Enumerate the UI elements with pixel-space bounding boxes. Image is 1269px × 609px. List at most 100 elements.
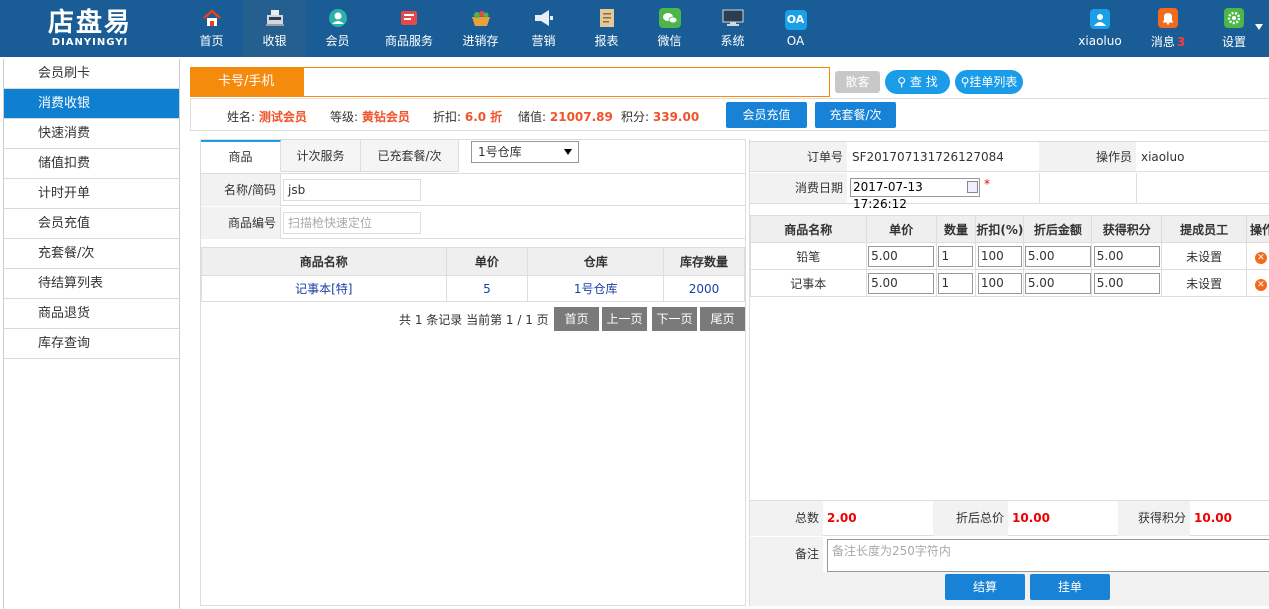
hang-order-button[interactable]: 挂单 — [1030, 574, 1110, 600]
member-recharge-button[interactable]: 会员充值 — [726, 102, 807, 128]
hang-list-button[interactable]: ⚲挂单列表 — [955, 70, 1023, 94]
member-name-value: 测试会员 — [258, 110, 307, 124]
price-input[interactable]: 5.00 — [868, 245, 935, 267]
user-icon — [1090, 9, 1110, 29]
nav-label: 营销 — [531, 34, 556, 48]
nav-item-wechat[interactable]: 微信 — [638, 0, 701, 57]
messages-button[interactable]: 消息 3 — [1137, 0, 1199, 57]
oa-icon: OA — [784, 9, 807, 30]
sidebar-item-timed-order[interactable]: 计时开单 — [4, 179, 179, 209]
discount-input[interactable]: 100 — [977, 272, 1022, 294]
nav-label: 系统 — [720, 34, 745, 48]
card-number-input[interactable] — [303, 67, 830, 97]
brand-logo[interactable]: 店盘易 DIANYINGYI — [0, 0, 180, 57]
nav-item-product-service[interactable]: 商品服务 — [369, 0, 449, 57]
search-button[interactable]: ⚲ 查 找 — [885, 70, 950, 94]
nav-item-home[interactable]: 首页 — [180, 0, 243, 57]
cart-table: 商品名称 单价 数量 折扣(%) 折后金额 获得积分 提成员工 操作 铅笔 5.… — [750, 215, 1269, 297]
app-window: 店盘易 DIANYINGYI 首页 收银 会员 商品服务 进销存 营销 报表 微… — [0, 0, 1269, 609]
table-row[interactable]: 记事本[特] 5 1号仓库 2000 — [201, 275, 745, 302]
cell-product-name[interactable]: 记事本[特] — [201, 275, 447, 302]
price-input[interactable]: 5.00 — [868, 272, 935, 294]
points-input[interactable]: 5.00 — [1093, 272, 1160, 294]
after-discount-label: 折后总价 — [933, 501, 1008, 536]
warehouse-select[interactable]: 1号仓库 — [471, 141, 579, 163]
product-service-icon — [398, 8, 420, 28]
staff-link[interactable]: 未设置 — [1161, 242, 1247, 270]
sidebar-item-package-recharge[interactable]: 充套餐/次 — [4, 239, 179, 269]
note-textarea[interactable]: 备注长度为250字符内 — [827, 539, 1269, 572]
member-points-label: 积分: — [621, 110, 650, 124]
sidebar-item-product-return[interactable]: 商品退货 — [4, 299, 179, 329]
nav-label: 报表 — [594, 34, 619, 48]
order-no-label: 订单号 — [750, 141, 847, 172]
nav-item-oa[interactable]: OA OA — [764, 0, 827, 57]
cell-name: 记事本 — [750, 269, 867, 297]
top-navbar: 店盘易 DIANYINGYI 首页 收银 会员 商品服务 进销存 营销 报表 微… — [0, 0, 1269, 57]
search-button-label: 查 找 — [909, 75, 938, 89]
staff-link[interactable]: 未设置 — [1161, 269, 1247, 297]
card-number-label: 卡号/手机 — [190, 67, 303, 97]
sidebar-item-member-recharge[interactable]: 会员充值 — [4, 209, 179, 239]
name-code-label: 名称/简码 — [201, 174, 281, 206]
sidebar-item-consume-cashier[interactable]: 消费收银 — [4, 89, 179, 119]
qty-input[interactable]: 1 — [938, 245, 974, 267]
product-filter: 名称/简码 jsb 商品编号 扫描枪快速定位 — [201, 173, 745, 239]
amount-input[interactable]: 5.00 — [1024, 245, 1091, 267]
nav-item-marketing[interactable]: 营销 — [512, 0, 575, 57]
qty-input[interactable]: 1 — [938, 272, 974, 294]
summary-area: 总数 2.00 折后总价 10.00 获得积分 10.00 备注 备注长度为25… — [750, 500, 1269, 572]
bell-icon — [1158, 7, 1178, 28]
product-code-input[interactable]: 扫描枪快速定位 — [283, 212, 421, 234]
pager-last-button[interactable]: 尾页 — [700, 307, 745, 331]
sidebar-item-stock-query[interactable]: 库存查询 — [4, 329, 179, 359]
package-recharge-button[interactable]: 充套餐/次 — [815, 102, 896, 128]
pager: 共 1 条记录 当前第 1 / 1 页 首页 上一页 下一页 尾页 — [201, 307, 745, 331]
pager-next-button[interactable]: 下一页 — [652, 307, 697, 331]
name-code-input[interactable]: jsb — [283, 179, 421, 201]
wechat-icon — [658, 8, 681, 28]
pager-prev-button[interactable]: 上一页 — [602, 307, 647, 331]
sidebar-item-pending-settlement[interactable]: 待结算列表 — [4, 269, 179, 299]
sidebar-item-quick-consume[interactable]: 快速消费 — [4, 119, 179, 149]
nav-item-cashier[interactable]: 收银 — [243, 0, 306, 57]
monitor-icon — [722, 8, 744, 28]
settle-button[interactable]: 结算 — [945, 574, 1025, 600]
cell-warehouse: 1号仓库 — [527, 275, 665, 302]
nav-item-member[interactable]: 会员 — [306, 0, 369, 57]
delete-icon[interactable]: ✕ — [1254, 278, 1267, 291]
table-header-row: 商品名称 单价 数量 折扣(%) 折后金额 获得积分 提成员工 操作 — [750, 215, 1269, 243]
settings-button[interactable]: 设置 — [1199, 0, 1269, 57]
tab-count-service[interactable]: 计次服务 — [281, 140, 361, 172]
user-profile[interactable]: xiaoluo — [1063, 0, 1137, 57]
nav-item-report[interactable]: 报表 — [575, 0, 638, 57]
tab-recharged-package[interactable]: 已充套餐/次 — [361, 140, 459, 172]
settings-label: 设置 — [1221, 34, 1246, 49]
delete-icon[interactable]: ✕ — [1254, 251, 1267, 264]
sidebar: 会员刷卡 消费收银 快速消费 储值扣费 计时开单 会员充值 充套餐/次 待结算列… — [3, 59, 180, 609]
table-header-row: 商品名称 单价 仓库 库存数量 — [201, 247, 745, 276]
amount-input[interactable]: 5.00 — [1024, 272, 1091, 294]
col-name: 商品名称 — [750, 215, 867, 243]
product-tabs: 商品 计次服务 已充套餐/次 — [201, 140, 459, 172]
col-price: 单价 — [865, 215, 937, 243]
points-input[interactable]: 5.00 — [1093, 245, 1160, 267]
col-stock: 库存数量 — [663, 247, 745, 276]
nav-item-system[interactable]: 系统 — [701, 0, 764, 57]
nav-item-inventory[interactable]: 进销存 — [449, 0, 512, 57]
date-input[interactable]: 2017-07-13 17:26:12 — [850, 178, 980, 211]
sidebar-item-card-swipe[interactable]: 会员刷卡 — [4, 59, 179, 89]
nav-label: 微信 — [657, 34, 682, 48]
pager-first-button[interactable]: 首页 — [554, 307, 599, 331]
guest-button[interactable]: 散客 — [835, 71, 880, 93]
sidebar-item-stored-value-deduct[interactable]: 储值扣费 — [4, 149, 179, 179]
points-total-label: 获得积分 — [1118, 501, 1190, 536]
member-balance-value: 21007.89 — [549, 110, 613, 124]
tab-products[interactable]: 商品 — [201, 140, 281, 172]
chevron-down-icon — [564, 149, 572, 155]
calendar-icon[interactable] — [967, 181, 978, 193]
member-discount-label: 折扣: — [433, 110, 462, 124]
chevron-down-icon[interactable] — [1255, 24, 1263, 30]
cell-stock: 2000 — [663, 275, 745, 302]
discount-input[interactable]: 100 — [977, 245, 1022, 267]
